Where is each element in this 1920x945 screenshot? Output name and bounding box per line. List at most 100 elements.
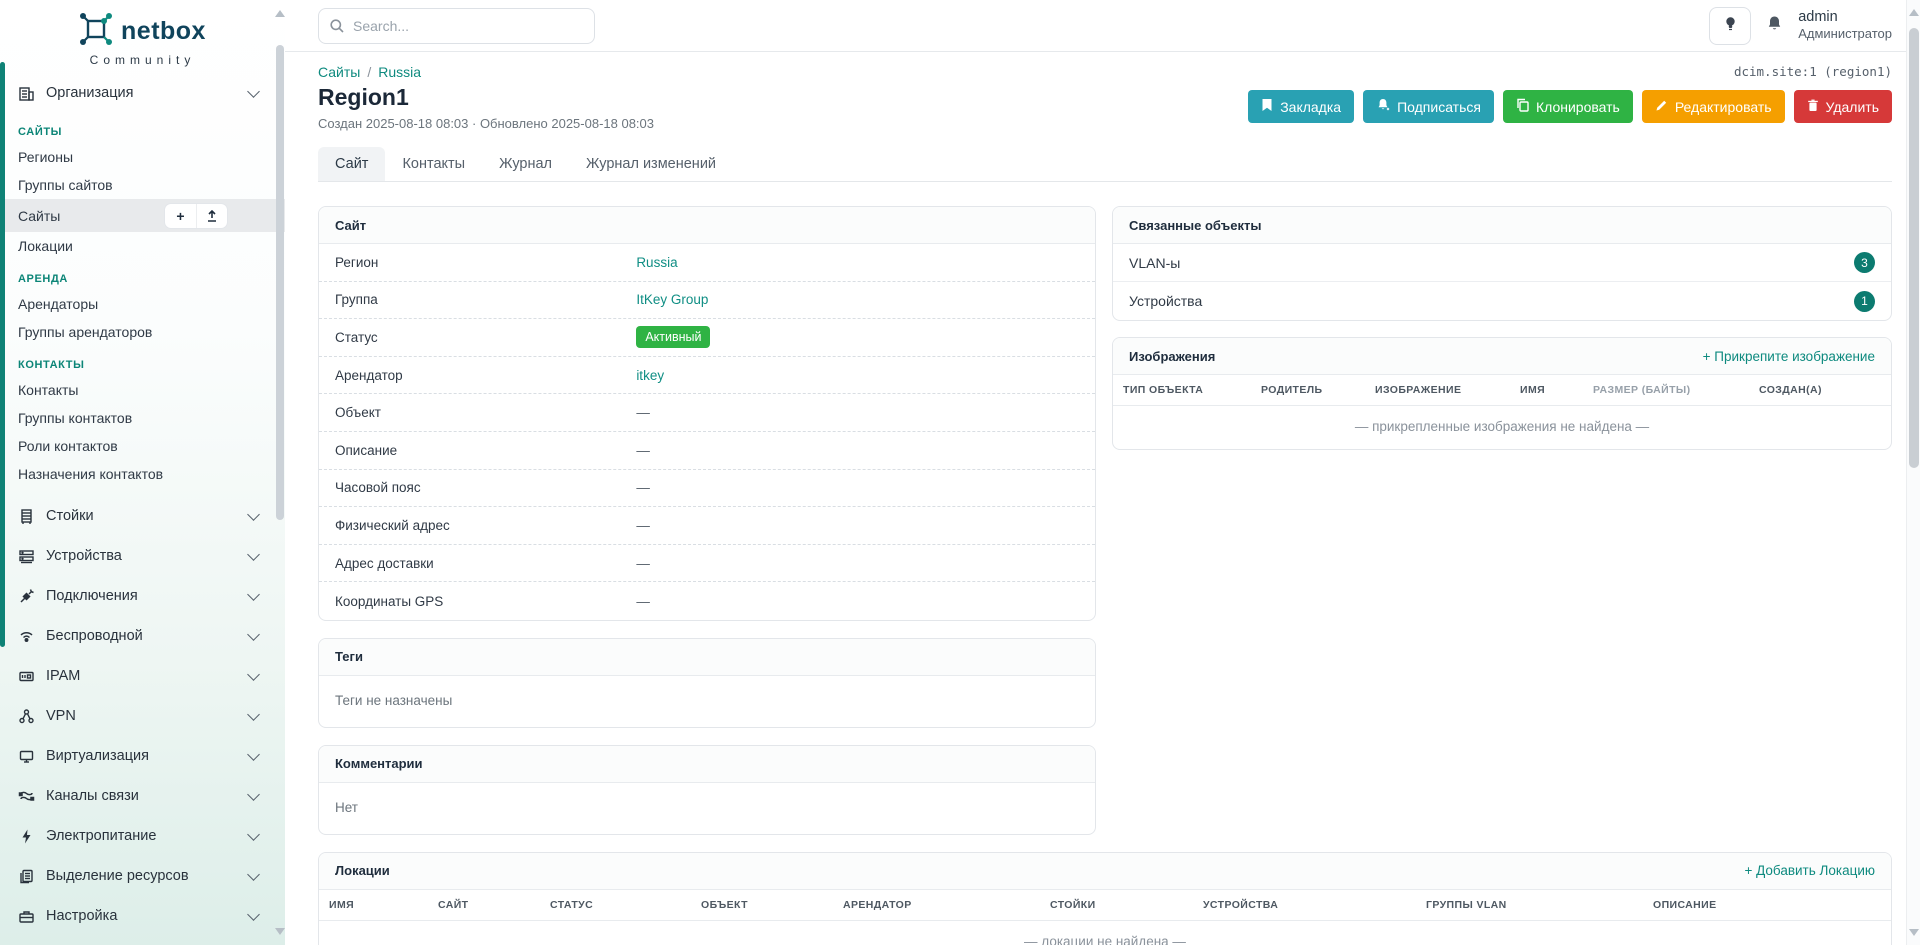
sidebar-scroll-thumb[interactable] <box>276 45 284 520</box>
table-row: Описание — <box>319 432 1095 470</box>
sidebar-item-organization[interactable]: Организация <box>0 73 285 113</box>
row-value: — <box>636 480 650 495</box>
sidebar-item-sites[interactable]: Сайты + <box>0 199 285 232</box>
sidebar-item-contact-roles[interactable]: Роли контактов <box>0 432 285 460</box>
sidebar-item-virtualization[interactable]: Виртуализация <box>0 736 285 776</box>
card-header: Сайт <box>319 207 1095 244</box>
action-buttons: Закладка Подписаться <box>1248 90 1892 123</box>
user-menu[interactable]: admin Администратор <box>1798 8 1892 42</box>
sidebar-item-locations[interactable]: Локации <box>0 232 285 260</box>
column-header[interactable]: ГРУППЫ VLAN <box>1426 899 1653 911</box>
row-label: Часовой пояс <box>335 480 636 495</box>
related-vlans-row[interactable]: VLAN-ы 3 <box>1113 244 1891 282</box>
sidebar-scroll-indicator <box>0 62 5 647</box>
sidebar-item-tenant-groups[interactable]: Группы арендаторов <box>0 318 285 346</box>
column-header[interactable]: ИМЯ <box>329 899 438 911</box>
region-link[interactable]: Russia <box>636 255 677 270</box>
chevron-down-icon <box>247 85 260 98</box>
scroll-down-arrow[interactable] <box>275 928 285 935</box>
column-header[interactable]: ОБЪЕКТ <box>701 899 843 911</box>
sidebar-item-wireless[interactable]: Беспроводной <box>0 616 285 656</box>
sidebar-scrollbar[interactable] <box>275 0 285 945</box>
sidebar-item-racks[interactable]: Стойки <box>0 496 285 536</box>
sidebar-item-label: Выделение ресурсов <box>46 868 249 884</box>
import-site-button[interactable] <box>196 204 227 228</box>
sidebar-item-connections[interactable]: Подключения <box>0 576 285 616</box>
sidebar-item-site-groups[interactable]: Группы сайтов <box>0 171 285 199</box>
sidebar-item-label: Регионы <box>18 149 73 165</box>
column-header[interactable]: УСТРОЙСТВА <box>1203 899 1426 911</box>
breadcrumb-link-sites[interactable]: Сайты <box>318 64 360 80</box>
column-header[interactable]: ТИП ОБЪЕКТА <box>1123 384 1261 396</box>
sidebar-item-customization[interactable]: Настройка <box>0 896 285 936</box>
sidebar-item-contacts[interactable]: Контакты <box>0 376 285 404</box>
logo-wordmark: netbox <box>121 17 206 46</box>
subscribe-button[interactable]: Подписаться <box>1363 90 1494 123</box>
tab-bar: Сайт Контакты Журнал Журнал изменений <box>318 147 1892 182</box>
card-title: Изображения <box>1129 349 1215 364</box>
table-row: Группа ItKey Group <box>319 282 1095 320</box>
sidebar-item-ipam[interactable]: IPAM <box>0 656 285 696</box>
add-location-link[interactable]: + Добавить Локацию <box>1744 863 1875 878</box>
column-header[interactable]: САЙТ <box>438 899 550 911</box>
attach-image-link[interactable]: + Прикрепите изображение <box>1703 349 1875 364</box>
sidebar-item-regions[interactable]: Регионы <box>0 143 285 171</box>
page-scrollbar[interactable] <box>1906 0 1920 945</box>
delete-button[interactable]: Удалить <box>1794 90 1892 123</box>
related-devices-row[interactable]: Устройства 1 <box>1113 282 1891 320</box>
clone-button[interactable]: Клонировать <box>1503 90 1633 123</box>
chevron-down-icon <box>247 588 260 601</box>
tenant-link[interactable]: itkey <box>636 368 664 383</box>
object-identifier: dcim.site:1 (region1) <box>1734 64 1892 79</box>
column-header[interactable]: ИМЯ <box>1520 384 1593 396</box>
sidebar-item-contact-groups[interactable]: Группы контактов <box>0 404 285 432</box>
sidebar-section-sites: САЙТЫ <box>0 126 285 138</box>
tab-contacts[interactable]: Контакты <box>385 147 482 181</box>
sidebar-item-circuits[interactable]: Каналы связи <box>0 776 285 816</box>
sidebar-item-tenants[interactable]: Арендаторы <box>0 290 285 318</box>
tab-changelog[interactable]: Журнал изменений <box>569 147 733 181</box>
column-header[interactable]: ИЗОБРАЖЕНИЕ <box>1375 384 1520 396</box>
scroll-up-arrow[interactable] <box>275 10 285 17</box>
column-header[interactable]: ОПИСАНИЕ <box>1653 899 1881 911</box>
sidebar-item-vpn[interactable]: VPN <box>0 696 285 736</box>
count-badge: 3 <box>1854 252 1875 273</box>
column-header[interactable]: РОДИТЕЛЬ <box>1261 384 1375 396</box>
scroll-down-arrow[interactable] <box>1909 929 1919 936</box>
sidebar-item-provisioning[interactable]: Выделение ресурсов <box>0 856 285 896</box>
edit-button[interactable]: Редактировать <box>1642 90 1785 123</box>
column-header[interactable]: СТАТУС <box>550 899 701 911</box>
theme-toggle-button[interactable] <box>1709 7 1751 45</box>
search-input[interactable] <box>318 8 595 44</box>
notifications-bell-icon[interactable] <box>1765 14 1784 38</box>
tab-journal[interactable]: Журнал <box>482 147 569 181</box>
page-title: Region1 <box>318 84 654 111</box>
group-link[interactable]: ItKey Group <box>636 292 708 307</box>
chevron-down-icon <box>247 748 260 761</box>
scroll-up-arrow[interactable] <box>1909 9 1919 16</box>
row-label: Регион <box>335 255 636 270</box>
sidebar-item-power[interactable]: Электропитание <box>0 816 285 856</box>
row-label: Описание <box>335 443 636 458</box>
page-timestamps: Создан 2025-08-18 08:03 · Обновлено 2025… <box>318 116 654 131</box>
tab-site[interactable]: Сайт <box>318 147 385 181</box>
sidebar-item-contact-assignments[interactable]: Назначения контактов <box>0 460 285 488</box>
column-header[interactable]: СТОЙКИ <box>1050 899 1203 911</box>
page-scroll-thumb[interactable] <box>1909 28 1919 468</box>
add-site-button[interactable]: + <box>165 204 196 228</box>
column-header[interactable]: РАЗМЕР (БАЙТЫ) <box>1593 384 1759 396</box>
column-header[interactable]: АРЕНДАТОР <box>843 899 1050 911</box>
rack-icon <box>18 508 35 525</box>
sidebar-item-label: Каналы связи <box>46 788 249 804</box>
logo-edition: Community <box>0 53 285 67</box>
column-header[interactable]: СОЗДАН(А) <box>1759 384 1881 396</box>
bookmark-button[interactable]: Закладка <box>1248 90 1354 123</box>
sidebar-item-label: Группы контактов <box>18 410 132 426</box>
locations-empty-text: — локации не найдена — <box>319 921 1891 945</box>
breadcrumb-link-russia[interactable]: Russia <box>378 64 421 80</box>
plug-icon <box>18 588 35 605</box>
sidebar-item-devices[interactable]: Устройства <box>0 536 285 576</box>
devices-icon <box>18 548 35 565</box>
card-header: Изображения + Прикрепите изображение <box>1113 338 1891 375</box>
logo[interactable]: netbox Community <box>0 0 285 67</box>
